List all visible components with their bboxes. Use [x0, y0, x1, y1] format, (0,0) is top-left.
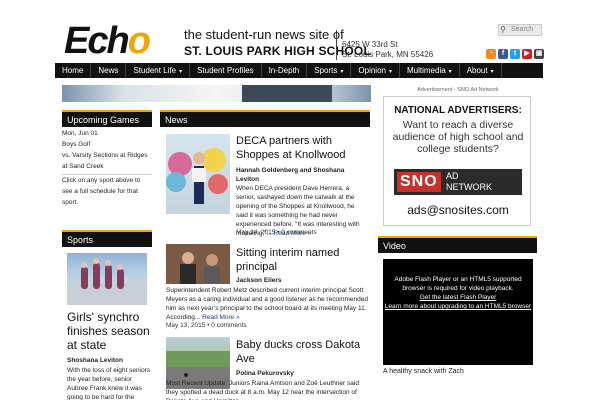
news-photo-2[interactable] — [166, 244, 230, 284]
address-line-1: 6425 W 33rd St — [342, 40, 398, 49]
ad-text: Want to reach a diverse audience of high… — [392, 119, 524, 155]
html5-link[interactable]: Learn more about upgrading to an HTML5 b… — [383, 302, 533, 311]
page: Echo the student-run news site of ST. LO… — [0, 0, 600, 400]
video-player[interactable]: Adobe Flash Player or an HTML5 supported… — [383, 259, 533, 365]
ad-headline: NATIONAL ADVERTISERS: — [394, 105, 522, 116]
logo-text: Ech — [64, 20, 130, 62]
nav-item-sports[interactable]: Sports ▾ — [307, 63, 352, 78]
facebook-icon[interactable]: f — [498, 49, 508, 59]
news-story-3-title[interactable]: Baby ducks cross Dakota Ave — [236, 338, 368, 366]
news-story-3-excerpt: Most Recent Update: Juniors Raina Amtson… — [166, 380, 359, 400]
search-icon[interactable]: ⚲ — [500, 25, 506, 35]
game-note: Click on any sport above to see a full s… — [62, 174, 152, 208]
banner-image — [62, 85, 371, 102]
news-heading: News — [160, 110, 370, 127]
sno-logo-right-2: NETWORK — [446, 182, 492, 192]
game-date: Mon, Jun 01 — [62, 130, 98, 137]
nav-item-label: In-Depth — [268, 66, 300, 75]
upcoming-games-list: Mon, Jun 01 Boys Golf vs. Varsity Sectio… — [62, 128, 152, 208]
nav-item-label: Home — [62, 66, 84, 75]
upcoming-games-heading: Upcoming Games — [62, 110, 152, 127]
ad-label: Advertisement - SNO Ad Network — [417, 87, 499, 93]
chevron-down-icon: ▾ — [388, 69, 392, 75]
game-event: vs. Varsity Sections at Ridges at Sand C… — [62, 152, 148, 170]
nav-item-label: News — [98, 66, 119, 75]
ad-banner[interactable]: NATIONAL ADVERTISERS: Want to reach a di… — [383, 96, 531, 226]
logo-accent: o — [127, 20, 151, 62]
nav-item-student-profiles[interactable]: Student Profiles — [190, 63, 262, 78]
news-story-1-author[interactable]: Hannah Goldenberg and Shoshana Leviton — [236, 166, 368, 184]
site-logo[interactable]: Echo — [64, 20, 151, 62]
nav-item-about[interactable]: About ▾ — [460, 63, 502, 78]
main-nav: Home News Student Life ▾ Student Profiles In-… — [55, 63, 543, 78]
news-story-2-title[interactable]: Sitting interim named principal — [236, 246, 368, 274]
nav-item-home[interactable]: Home — [55, 63, 92, 78]
instagram-icon[interactable]: ▣ — [534, 49, 544, 59]
sports-photo[interactable] — [67, 253, 147, 305]
news-story-3-author[interactable]: Polina Pekurovsky — [236, 369, 368, 378]
sno-logo-right-1: AD — [446, 171, 459, 181]
news-story-2-author[interactable]: Jackson Eilers — [236, 276, 368, 285]
flash-link[interactable]: Get the latest Flash Player — [383, 293, 533, 302]
sports-story-excerpt: With the loss of eight seniors the year … — [67, 367, 151, 400]
nav-item-label: Multimedia — [406, 66, 446, 75]
nav-item-label: Sports — [314, 66, 338, 75]
banner-bar — [242, 85, 332, 102]
news-story-1-title[interactable]: DECA partners with Shoppes at Knollwood — [236, 134, 368, 162]
nav-item-label: Student Profiles — [197, 66, 254, 75]
twitter-icon[interactable]: t — [510, 49, 520, 59]
site-tagline: the student-run news site of — [184, 27, 344, 42]
address-line-2: St. Louis Park, MN 55426 — [342, 50, 434, 59]
nav-item-news[interactable]: News — [91, 63, 127, 78]
news-story-2-date: May 13, 2015 • 0 comments — [166, 322, 247, 329]
sports-story-author[interactable]: Shoshana Leviton — [67, 357, 123, 364]
nav-item-opinion[interactable]: Opinion ▾ — [351, 63, 400, 78]
nav-item-label: About — [466, 66, 488, 75]
rss-icon[interactable]: ◔ — [486, 49, 496, 59]
chevron-down-icon: ▾ — [340, 69, 344, 75]
nav-item-label: Opinion — [358, 66, 386, 75]
video-message: Adobe Flash Player or an HTML5 supported… — [394, 276, 522, 292]
chevron-down-icon: ▾ — [490, 69, 494, 75]
game-sport[interactable]: Boys Golf — [62, 139, 152, 150]
news-story-2-read-more[interactable]: Read More » — [202, 314, 240, 321]
video-caption[interactable]: A healthy snack with Zach — [383, 368, 464, 375]
sno-ad-network-logo: SNO AD NETWORK — [394, 169, 522, 195]
chevron-down-icon: ▾ — [179, 69, 183, 75]
header-divider — [336, 30, 337, 60]
sports-story-title[interactable]: Girls' synchro finishes season at state — [67, 310, 151, 352]
ad-email: ads@snosites.com — [407, 203, 509, 217]
nav-item-multimedia[interactable]: Multimedia ▾ — [400, 63, 460, 78]
nav-item-student-life[interactable]: Student Life ▾ — [126, 63, 191, 78]
video-heading: Video — [378, 236, 537, 253]
youtube-icon[interactable]: ▶ — [522, 49, 532, 59]
news-photo-1[interactable] — [166, 134, 230, 214]
sports-heading: Sports — [62, 230, 152, 247]
nav-item-label: Student Life — [133, 66, 177, 75]
news-story-2-excerpt: Superintendent Robert Metz described cur… — [166, 287, 368, 321]
sno-logo-text: SNO — [397, 172, 441, 192]
news-story-1-date: May 14, 2015 • 0 comments — [236, 229, 317, 236]
nav-item-in-depth[interactable]: In-Depth — [262, 63, 308, 78]
chevron-down-icon: ▾ — [448, 69, 452, 75]
